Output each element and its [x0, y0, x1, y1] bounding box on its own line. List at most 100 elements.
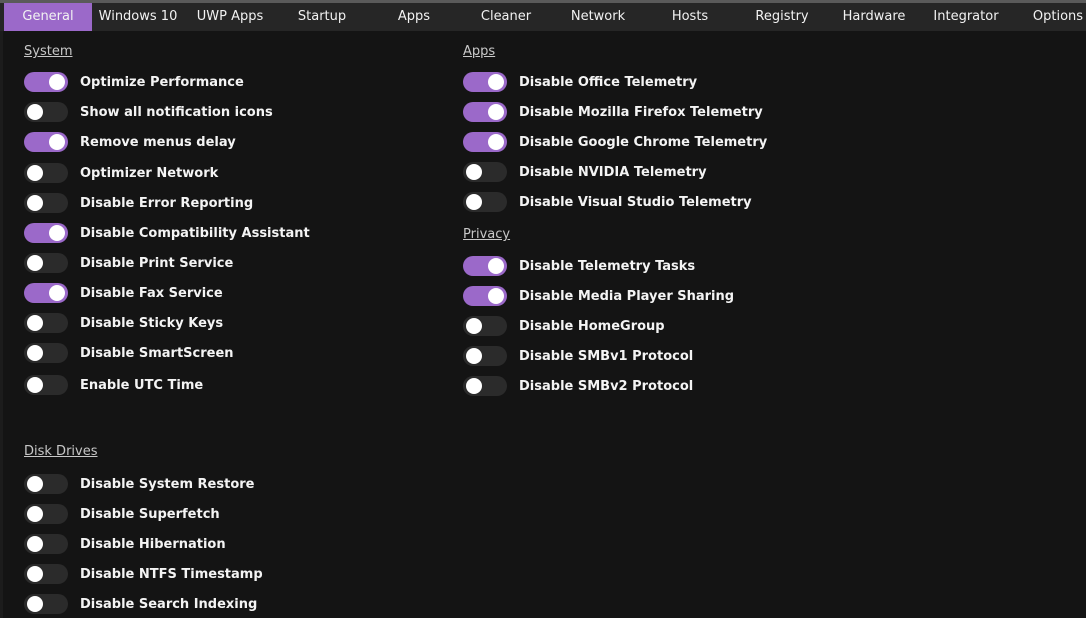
- toggle-row: Disable Office Telemetry: [463, 71, 697, 93]
- toggle-switch[interactable]: [463, 376, 507, 396]
- tab-general[interactable]: General: [4, 3, 92, 31]
- toggle-label[interactable]: Disable NTFS Timestamp: [80, 567, 263, 582]
- toggle-switch[interactable]: [463, 346, 507, 366]
- toggle-switch[interactable]: [24, 343, 68, 363]
- toggle-knob: [466, 194, 482, 210]
- tab-options[interactable]: Options: [1012, 3, 1086, 31]
- toggle-switch[interactable]: [463, 316, 507, 336]
- toggle-knob: [27, 165, 43, 181]
- toggle-row: Disable Visual Studio Telemetry: [463, 191, 752, 213]
- toggle-label[interactable]: Disable System Restore: [80, 477, 254, 492]
- toggle-row: Optimize Performance: [24, 71, 244, 93]
- toggle-switch[interactable]: [24, 102, 68, 122]
- toggle-switch[interactable]: [24, 375, 68, 395]
- toggle-switch[interactable]: [463, 192, 507, 212]
- toggle-knob: [27, 377, 43, 393]
- toggle-row: Disable HomeGroup: [463, 315, 665, 337]
- toggle-label[interactable]: Disable SmartScreen: [80, 346, 234, 361]
- toggle-row: Disable SMBv1 Protocol: [463, 345, 693, 367]
- tab-hosts[interactable]: Hosts: [644, 3, 736, 31]
- toggle-label[interactable]: Disable Hibernation: [80, 537, 226, 552]
- toggle-label[interactable]: Disable NVIDIA Telemetry: [519, 165, 707, 180]
- toggle-switch[interactable]: [24, 132, 68, 152]
- tab-registry[interactable]: Registry: [736, 3, 828, 31]
- section-heading-privacy: Privacy: [463, 227, 511, 242]
- toggle-knob: [466, 378, 482, 394]
- toggle-row: Disable SmartScreen: [24, 342, 234, 364]
- toggle-knob: [488, 288, 504, 304]
- toggle-label[interactable]: Disable Compatibility Assistant: [80, 226, 310, 241]
- toggle-switch[interactable]: [24, 534, 68, 554]
- toggle-row: Disable Print Service: [24, 252, 233, 274]
- toggle-label[interactable]: Disable Office Telemetry: [519, 75, 697, 90]
- toggle-switch[interactable]: [463, 256, 507, 276]
- toggle-knob: [27, 255, 43, 271]
- toggle-label[interactable]: Disable Print Service: [80, 256, 233, 271]
- tab-uwp-apps[interactable]: UWP Apps: [184, 3, 276, 31]
- tab-apps[interactable]: Apps: [368, 3, 460, 31]
- toggle-knob: [27, 476, 43, 492]
- toggle-knob: [466, 348, 482, 364]
- toggle-label[interactable]: Disable HomeGroup: [519, 319, 665, 334]
- toggle-switch[interactable]: [24, 72, 68, 92]
- tab-network[interactable]: Network: [552, 3, 644, 31]
- toggle-row: Disable Google Chrome Telemetry: [463, 131, 767, 153]
- toggle-row: Enable UTC Time: [24, 374, 203, 396]
- toggle-label[interactable]: Show all notification icons: [80, 105, 273, 120]
- tab-hardware[interactable]: Hardware: [828, 3, 920, 31]
- toggle-knob: [49, 225, 65, 241]
- toggle-switch[interactable]: [463, 132, 507, 152]
- toggle-switch[interactable]: [24, 223, 68, 243]
- toggle-switch[interactable]: [463, 286, 507, 306]
- toggle-knob: [49, 285, 65, 301]
- toggle-label[interactable]: Disable Sticky Keys: [80, 316, 223, 331]
- toggle-switch[interactable]: [24, 594, 68, 614]
- toggle-switch[interactable]: [24, 313, 68, 333]
- toggle-row: Disable System Restore: [24, 473, 254, 495]
- toggle-switch[interactable]: [24, 283, 68, 303]
- toggle-switch[interactable]: [24, 253, 68, 273]
- toggle-label[interactable]: Enable UTC Time: [80, 378, 203, 393]
- toggle-row: Disable SMBv2 Protocol: [463, 375, 693, 397]
- toggle-knob: [49, 134, 65, 150]
- toggle-label[interactable]: Optimizer Network: [80, 166, 218, 181]
- tab-startup[interactable]: Startup: [276, 3, 368, 31]
- toggle-switch[interactable]: [463, 162, 507, 182]
- toggle-knob: [488, 74, 504, 90]
- toggle-row: Disable Error Reporting: [24, 192, 253, 214]
- toggle-label[interactable]: Disable Search Indexing: [80, 597, 257, 612]
- tab-integrator[interactable]: Integrator: [920, 3, 1012, 31]
- toggle-row: Remove menus delay: [24, 131, 236, 153]
- toggle-switch[interactable]: [24, 564, 68, 584]
- toggle-label[interactable]: Disable Error Reporting: [80, 196, 253, 211]
- toggle-label[interactable]: Disable Media Player Sharing: [519, 289, 734, 304]
- toggle-label[interactable]: Disable Fax Service: [80, 286, 223, 301]
- toggle-knob: [488, 134, 504, 150]
- tab-cleaner[interactable]: Cleaner: [460, 3, 552, 31]
- toggle-label[interactable]: Disable Superfetch: [80, 507, 220, 522]
- toggle-label[interactable]: Disable SMBv2 Protocol: [519, 379, 693, 394]
- toggle-knob: [488, 258, 504, 274]
- toggle-label[interactable]: Disable Google Chrome Telemetry: [519, 135, 767, 150]
- toggle-label[interactable]: Disable Telemetry Tasks: [519, 259, 695, 274]
- toggle-knob: [488, 104, 504, 120]
- toggle-label[interactable]: Remove menus delay: [80, 135, 236, 150]
- toggle-row: Disable Fax Service: [24, 282, 223, 304]
- toggle-label[interactable]: Optimize Performance: [80, 75, 244, 90]
- toggle-switch[interactable]: [24, 193, 68, 213]
- toggle-switch[interactable]: [24, 474, 68, 494]
- tab-windows-10[interactable]: Windows 10: [92, 3, 184, 31]
- toggle-row: Disable NTFS Timestamp: [24, 563, 263, 585]
- tab-bar: General Windows 10 UWP Apps Startup Apps Clea…: [0, 3, 1086, 31]
- toggle-switch[interactable]: [463, 102, 507, 122]
- toggle-switch[interactable]: [463, 72, 507, 92]
- toggle-knob: [27, 566, 43, 582]
- toggle-label[interactable]: Disable Mozilla Firefox Telemetry: [519, 105, 763, 120]
- toggle-row: Disable Mozilla Firefox Telemetry: [463, 101, 763, 123]
- toggle-label[interactable]: Disable Visual Studio Telemetry: [519, 195, 752, 210]
- toggle-label[interactable]: Disable SMBv1 Protocol: [519, 349, 693, 364]
- toggle-knob: [27, 345, 43, 361]
- left-border: [0, 31, 3, 618]
- toggle-switch[interactable]: [24, 163, 68, 183]
- toggle-switch[interactable]: [24, 504, 68, 524]
